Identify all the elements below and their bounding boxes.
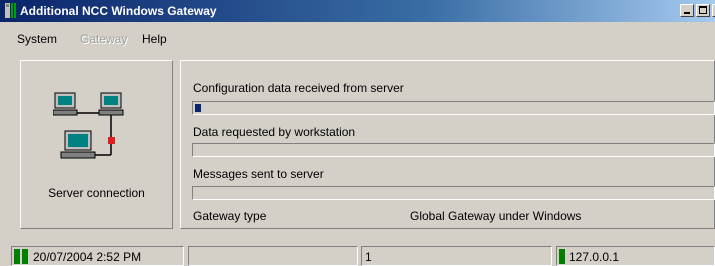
menu-gateway[interactable]: Gateway <box>80 32 127 46</box>
data-requested-label: Data requested by workstation <box>193 125 356 139</box>
title-bar[interactable]: Additional NCC Windows Gateway <box>0 0 715 22</box>
gateway-type-value: Global Gateway under Windows <box>410 209 582 223</box>
data-requested-progress <box>192 143 715 157</box>
status-count: 1 <box>361 246 552 266</box>
status-indicator-icon <box>22 249 28 264</box>
status-indicator-icon <box>559 249 565 264</box>
minimize-icon <box>684 12 690 14</box>
maximize-icon <box>699 6 707 14</box>
messages-sent-progress <box>192 186 715 200</box>
menu-system[interactable]: System <box>17 32 57 46</box>
gateway-type-label: Gateway type <box>193 209 267 223</box>
progress-fill <box>195 104 201 112</box>
status-count-text: 1 <box>365 250 372 264</box>
maximize-button[interactable] <box>696 4 710 17</box>
config-received-label: Configuration data received from server <box>193 81 404 95</box>
status-field-2 <box>188 246 358 266</box>
menu-help[interactable]: Help <box>142 32 167 46</box>
status-address: 127.0.0.1 <box>556 246 715 266</box>
server-connection-label: Server connection <box>48 186 145 200</box>
messages-sent-label: Messages sent to server <box>193 167 324 181</box>
app-icon <box>5 3 16 18</box>
status-datetime: 20/07/2004 2:52 PM <box>11 246 184 266</box>
config-received-progress <box>192 101 715 115</box>
network-computers-icon <box>53 92 124 159</box>
status-indicator-icon <box>14 249 20 264</box>
status-address-text: 127.0.0.1 <box>569 250 620 264</box>
status-datetime-text: 20/07/2004 2:52 PM <box>33 250 142 264</box>
minimize-button[interactable] <box>680 4 694 17</box>
menu-bar: System Gateway Help <box>0 22 715 46</box>
window-title: Additional NCC Windows Gateway <box>20 4 217 18</box>
connection-status-marker <box>108 137 115 144</box>
